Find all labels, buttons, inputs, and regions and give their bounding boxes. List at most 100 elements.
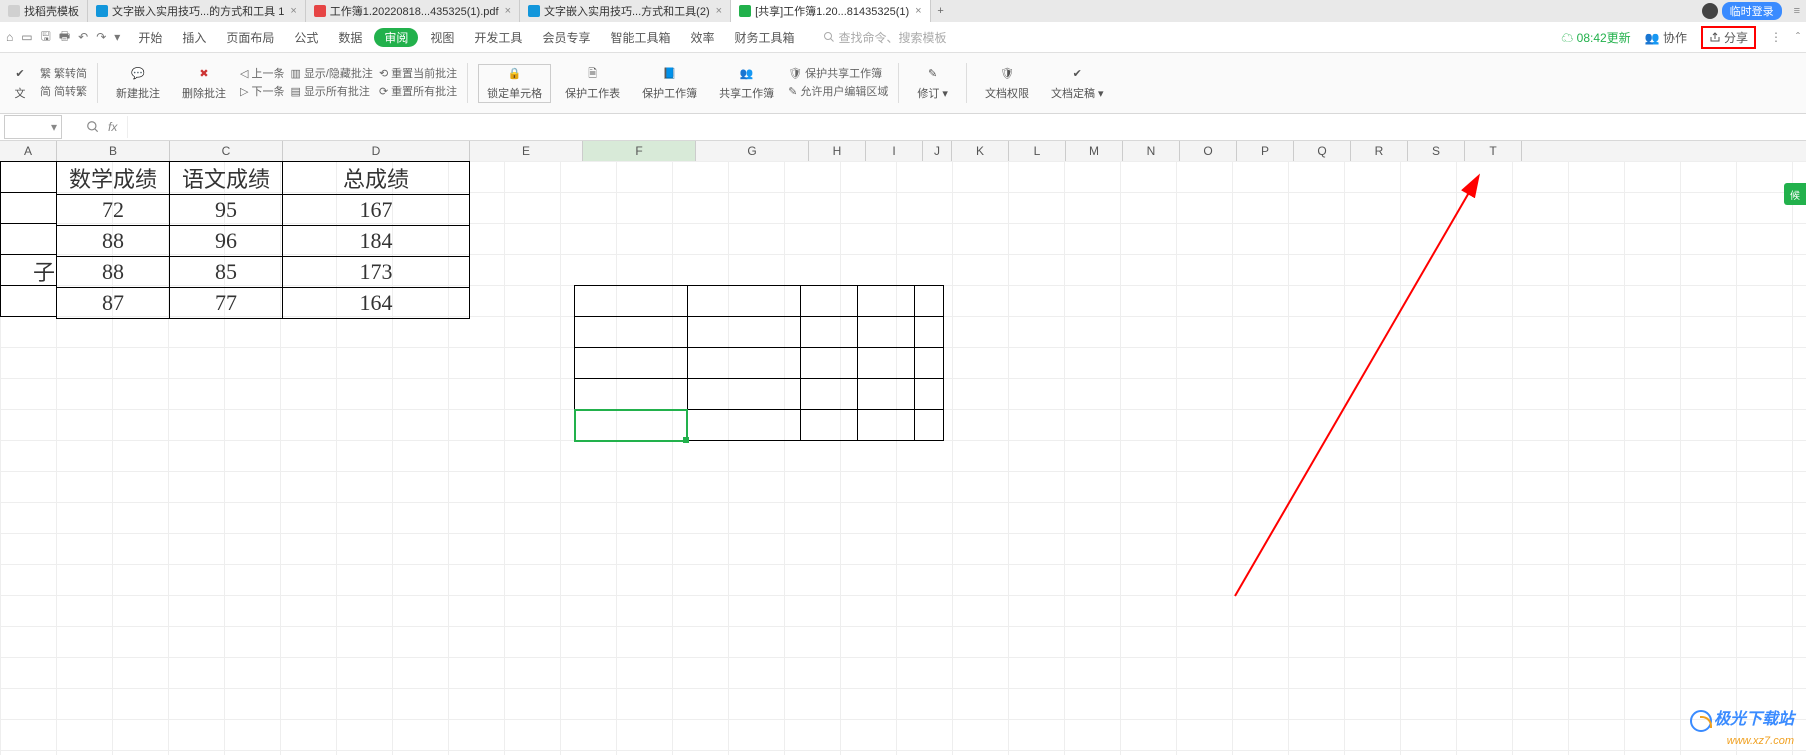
formula-input[interactable] [127, 116, 1806, 138]
menu-bar: ⌂ ▭ 🖫 🖶 ↶ ↷ ▾ 开始插入页面布局公式数据审阅视图开发工具会员专享智能… [0, 22, 1806, 53]
close-icon[interactable]: × [290, 5, 296, 17]
ribbon-allow-edit[interactable]: ✎ 允许用户编辑区域 [788, 83, 888, 101]
menu-智能工具箱[interactable]: 智能工具箱 [602, 29, 678, 46]
col-header-L[interactable]: L [1009, 141, 1066, 161]
qat-open-icon[interactable]: ▭ [21, 30, 32, 44]
share-icon [1709, 31, 1721, 43]
menu-数据[interactable]: 数据 [330, 29, 370, 46]
fx-label[interactable]: fx [108, 120, 117, 134]
col-header-M[interactable]: M [1066, 141, 1123, 161]
ribbon-protect-sheet[interactable]: 🗎保护工作表 [557, 65, 628, 102]
table-row [575, 348, 944, 379]
spreadsheet-grid[interactable]: ABCDEFGHIJKLMNOPQRST 子 数学成绩 语文成绩 总成绩 729… [0, 141, 1806, 755]
command-search[interactable]: 查找命令、搜索模板 [823, 29, 947, 46]
menu-审阅[interactable]: 审阅 [374, 28, 418, 47]
ribbon-track-changes[interactable]: ✎修订 ▾ [909, 65, 956, 102]
more-icon[interactable]: ⋮ [1770, 30, 1782, 44]
ribbon-new-note[interactable]: 💬新建批注 [108, 65, 168, 102]
close-icon[interactable]: × [915, 5, 921, 17]
ribbon-toggle-note[interactable]: ▥ 显示/隐藏批注 [290, 65, 372, 83]
ribbon: ✔文 䌓 繁转简 简 简转繁 💬新建批注 ✖删除批注 ◁ 上一条 ▷ 下一条 ▥… [0, 53, 1806, 114]
qat-redo-icon[interactable]: ↷ [96, 30, 106, 44]
side-panel-tab[interactable]: 候 [1784, 183, 1806, 205]
menu-视图[interactable]: 视图 [422, 29, 462, 46]
col-header-D[interactable]: D [283, 141, 470, 161]
menu-效率[interactable]: 效率 [682, 29, 722, 46]
ribbon-prev-note[interactable]: ◁ 上一条 [240, 65, 284, 83]
ribbon-doc-anchor[interactable]: ✔文档定稿 ▾ [1043, 65, 1112, 102]
menu-开发工具[interactable]: 开发工具 [466, 29, 530, 46]
name-box[interactable]: ▾ [4, 115, 62, 139]
search-icon[interactable] [86, 120, 100, 134]
ribbon-reset-all[interactable]: ⟳ 重置所有批注 [379, 83, 457, 101]
document-tab[interactable]: [共享]工作簿1.20...81435325(1)× [731, 0, 931, 22]
close-icon[interactable]: × [716, 5, 722, 17]
menu-开始[interactable]: 开始 [130, 29, 170, 46]
menu-插入[interactable]: 插入 [174, 29, 214, 46]
col-header-B[interactable]: B [57, 141, 170, 161]
ribbon-delete-note[interactable]: ✖删除批注 [174, 65, 234, 102]
table-rowheader-a: 子 [0, 161, 57, 317]
doc-icon [96, 5, 108, 17]
document-tab[interactable]: 文字嵌入实用技巧...方式和工具(2)× [520, 0, 731, 22]
new-tab-button[interactable]: + [931, 5, 951, 17]
watermark: 极光下载站 www.xz7.com [1690, 705, 1794, 747]
column-headers[interactable]: ABCDEFGHIJKLMNOPQRST [0, 141, 1806, 162]
col-header-K[interactable]: K [952, 141, 1009, 161]
col-header-R[interactable]: R [1351, 141, 1408, 161]
ribbon-simp-to-trad[interactable]: 简 简转繁 [40, 83, 87, 101]
menu-公式[interactable]: 公式 [286, 29, 326, 46]
col-header-E[interactable]: E [470, 141, 583, 161]
close-icon[interactable]: × [505, 5, 511, 17]
table-row: 8885173 [57, 257, 470, 288]
login-pill[interactable]: 临时登录 [1722, 2, 1782, 20]
table-header: 语文成绩 [170, 162, 283, 195]
ribbon-share-book[interactable]: 👥共享工作簿 [711, 65, 782, 102]
tabbar-menu-icon[interactable]: ≡ [1788, 5, 1806, 17]
col-header-A[interactable]: A [0, 141, 57, 161]
ribbon-show-all-notes[interactable]: ▤ 显示所有批注 [290, 83, 372, 101]
col-header-T[interactable]: T [1465, 141, 1522, 161]
qat-dropdown-icon[interactable]: ▾ [114, 30, 120, 44]
qat-print-icon[interactable]: 🖶 [59, 27, 70, 48]
collapse-ribbon-icon[interactable]: ˆ [1796, 30, 1800, 44]
menu-页面布局[interactable]: 页面布局 [218, 29, 282, 46]
document-tab-bar: 找稻壳模板文字嵌入实用技巧...的方式和工具 1×工作簿1.20220818..… [0, 0, 1806, 22]
col-header-J[interactable]: J [923, 141, 952, 161]
doc-icon [528, 5, 540, 17]
qat-home-icon[interactable]: ⌂ [6, 30, 13, 44]
col-header-O[interactable]: O [1180, 141, 1237, 161]
table-row [575, 379, 944, 410]
document-tab[interactable]: 找稻壳模板 [0, 0, 88, 22]
ribbon-next-note[interactable]: ▷ 下一条 [240, 83, 284, 101]
qat-save-icon[interactable]: 🖫 [41, 27, 51, 48]
ribbon-doc-permission[interactable]: 🛡文档权限 [977, 65, 1037, 102]
avatar[interactable] [1702, 3, 1718, 19]
col-header-S[interactable]: S [1408, 141, 1465, 161]
col-header-Q[interactable]: Q [1294, 141, 1351, 161]
ribbon-reset-current[interactable]: ⟲ 重置当前批注 [379, 65, 457, 83]
collab-button[interactable]: 👥 协作 [1645, 29, 1687, 46]
qat-undo-icon[interactable]: ↶ [78, 30, 88, 44]
col-header-G[interactable]: G [696, 141, 809, 161]
ribbon-protect-book[interactable]: 📘保护工作簿 [634, 65, 705, 102]
share-button[interactable]: 分享 [1701, 26, 1756, 49]
table-header: 数学成绩 [57, 162, 170, 195]
ribbon-trad-to-simp[interactable]: 䌓 繁转简 [40, 65, 87, 83]
ribbon-protect-share[interactable]: 🛡 保护共享工作簿 [788, 65, 888, 83]
col-header-I[interactable]: I [866, 141, 923, 161]
menu-财务工具箱[interactable]: 财务工具箱 [726, 29, 802, 46]
col-header-N[interactable]: N [1123, 141, 1180, 161]
ribbon-spellcheck[interactable]: ✔文 [6, 65, 34, 102]
sync-status[interactable]: ☁ 08:42更新 [1561, 29, 1630, 46]
ribbon-lock-cell[interactable]: 🔒锁定单元格 [478, 64, 551, 103]
col-header-C[interactable]: C [170, 141, 283, 161]
col-header-H[interactable]: H [809, 141, 866, 161]
quick-access-toolbar: ⌂ ▭ 🖫 🖶 ↶ ↷ ▾ [6, 27, 120, 48]
document-tab[interactable]: 工作簿1.20220818...435325(1).pdf× [306, 0, 520, 22]
document-tab[interactable]: 文字嵌入实用技巧...的方式和工具 1× [88, 0, 306, 22]
col-header-P[interactable]: P [1237, 141, 1294, 161]
menu-会员专享[interactable]: 会员专享 [534, 29, 598, 46]
col-header-F[interactable]: F [583, 141, 696, 161]
table-row: 8777164 [57, 288, 470, 319]
